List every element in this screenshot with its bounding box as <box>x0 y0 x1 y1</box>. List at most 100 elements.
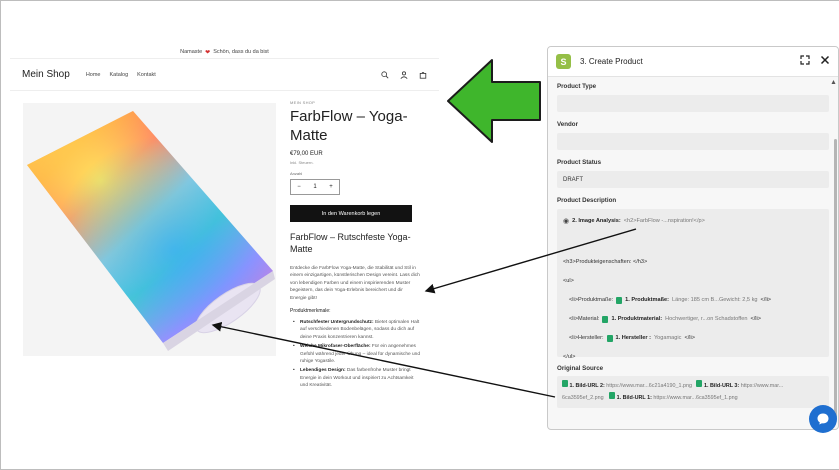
scroll-up-icon <box>831 80 836 84</box>
panel-controls <box>800 55 830 68</box>
feature-item: Rutschfester Untergrundschutz: Bietet op… <box>293 319 420 341</box>
search-icon[interactable] <box>380 70 389 79</box>
original-source-label: Original Source <box>557 365 604 372</box>
announcement-text: Namaste <box>180 49 203 55</box>
ul-close-text: </ul> <box>563 354 576 360</box>
nav-katalog[interactable]: Katalog <box>109 72 128 78</box>
shop-logo[interactable]: Mein Shop <box>22 69 70 80</box>
source-line: 1. Bild-URL 2: https://www.mar...6c21a41… <box>562 380 824 392</box>
add-to-cart-button[interactable]: In den Warenkorb legen <box>290 205 412 222</box>
vendor-label: Vendor <box>557 121 578 128</box>
account-icon[interactable] <box>399 70 408 79</box>
description-line: </ul> <box>563 351 823 363</box>
bild-url-1-value: https://www.mar...6ca3595ef_1.png <box>653 395 738 401</box>
feature-bold: Rutschfester Untergrundschutz: <box>300 320 374 326</box>
hersteller-chip[interactable]: 1. Hersteller : <box>616 335 651 341</box>
sheets-icon <box>616 296 623 304</box>
shopify-icon: S <box>556 54 571 69</box>
quantity-label: Anzahl <box>290 171 303 176</box>
source-line: 6ca3595ef_2.png 1. Bild-URL 1: https://w… <box>562 392 824 404</box>
original-source-field[interactable]: 1. Bild-URL 2: https://www.mar...6c21a41… <box>557 376 829 408</box>
bild-url-3-value: https://www.mar... <box>740 383 784 389</box>
description-line: <li>Produktmaße: 1. Produktmaße: Länge: … <box>563 294 823 306</box>
product-description-field[interactable]: ◉ 2. Image Analysis: <h2>FarbFlow -...ns… <box>557 209 829 360</box>
panel-title: 3. Create Product <box>580 57 643 66</box>
product-vendor: MEIN SHOP <box>290 100 316 105</box>
product-price: €79,00 EUR <box>290 151 323 157</box>
features-title: Produktmerkmale: <box>290 308 331 315</box>
feature-bold: Weiche Mikrofaser-Oberfläche: <box>300 344 371 350</box>
announcement-tail: Schön, dass du da bist <box>213 49 269 55</box>
header-icons <box>380 70 427 79</box>
scrollbar-thumb[interactable] <box>834 139 837 419</box>
bild-url-1-chip[interactable]: 1. Bild-URL 1: <box>617 393 652 404</box>
create-product-panel: S 3. Create Product Product Type Vendor … <box>547 46 839 430</box>
produktmaterial-value: Hochwertiger, r...on Schadstoffen <box>665 316 748 322</box>
hersteller-value: Yogamagic <box>653 335 682 341</box>
ai-node-icon: ◉ <box>563 218 570 225</box>
product-type-field[interactable] <box>557 95 829 112</box>
product-image[interactable] <box>23 103 276 356</box>
sheets-icon <box>562 380 568 387</box>
product-info: MEIN SHOP FarbFlow – Yoga-Matte €79,00 E… <box>290 100 420 392</box>
cart-icon[interactable] <box>418 70 427 79</box>
description-line: <ul> <box>563 275 823 287</box>
description-line: <li>Hersteller: 1. Hersteller : Yogamagi… <box>563 332 823 344</box>
close-icon[interactable] <box>820 55 830 68</box>
quantity-minus-button[interactable]: − <box>297 184 301 190</box>
shop-page: Namaste ❤ Schön, dass du da bist Mein Sh… <box>10 46 439 466</box>
h3-text: <h3>Produkteigenschaften: </h3> <box>563 259 648 265</box>
quantity-value[interactable]: 1 <box>313 184 316 190</box>
chat-bubble-button[interactable] <box>809 405 837 433</box>
feature-item: Lebendiges Design: Das farbenfrohe Muste… <box>293 367 420 389</box>
main-nav: Home Katalog Kontakt <box>86 72 156 78</box>
product-type-label: Product Type <box>557 83 597 90</box>
heart-icon: ❤ <box>205 49 211 56</box>
tax-note: Inkl. Steuern. <box>290 160 314 165</box>
li2-suffix: </li> <box>750 316 762 322</box>
description-line: ◉ 2. Image Analysis: <h2>FarbFlow -...ns… <box>563 215 823 227</box>
nav-home[interactable]: Home <box>86 72 101 78</box>
li1-suffix: </li> <box>760 297 772 303</box>
vendor-field[interactable] <box>557 133 829 150</box>
produktmasse-chip[interactable]: 1. Produktmaße: <box>625 297 669 303</box>
shop-header: Mein Shop Home Katalog Kontakt <box>10 59 439 91</box>
green-arrow-icon <box>447 59 541 143</box>
sheets-icon <box>609 392 616 399</box>
li3-prefix: <li>Hersteller: <box>569 335 604 341</box>
feature-bold: Lebendiges Design: <box>300 368 346 374</box>
image-analysis-value: <h2>FarbFlow -...nspiration!</p> <box>623 218 705 224</box>
product-description-label: Product Description <box>557 197 617 204</box>
li2-prefix: <li>Material: <box>569 316 600 322</box>
product-status-field[interactable]: DRAFT <box>557 171 829 188</box>
sheets-icon <box>602 315 609 323</box>
expand-icon[interactable] <box>800 55 810 68</box>
bild-url-2-chip[interactable]: 1. Bild-URL 2: <box>570 381 605 392</box>
product-description: Entdecke die FarbFlow Yoga-Matte, die St… <box>290 266 420 301</box>
sheets-icon <box>606 334 613 342</box>
panel-header: S 3. Create Product <box>548 47 838 77</box>
description-line: <h3>Produkteigenschaften: </h3> <box>563 256 823 268</box>
li1-prefix: <li>Produktmaße: <box>569 297 614 303</box>
feature-item: Weiche Mikrofaser-Oberfläche: Für ein an… <box>293 343 420 365</box>
bild-url-3-chip[interactable]: 1. Bild-URL 3: <box>704 381 739 392</box>
li3-suffix: </li> <box>684 335 696 341</box>
quantity-plus-button[interactable]: + <box>329 184 333 190</box>
chat-icon <box>817 413 829 425</box>
bild-url-3-value-cont: 6ca3595ef_2.png <box>562 395 604 401</box>
ul-open-text: <ul> <box>563 278 574 284</box>
bild-url-2-value: https://www.mar...6c21a4190_1.png <box>606 383 692 389</box>
announcement-bar: Namaste ❤ Schön, dass du da bist <box>10 46 439 59</box>
product-title: FarbFlow – Yoga-Matte <box>290 108 408 144</box>
description-line: <li>Material: 1. Produktmaterial: Hochwe… <box>563 313 823 325</box>
image-analysis-chip[interactable]: 2. Image Analysis: <box>572 218 621 224</box>
produktmasse-value: Länge: 185 cm B...Gewicht: 2,5 kg <box>671 297 758 303</box>
produktmaterial-chip[interactable]: 1. Produktmaterial: <box>611 316 662 322</box>
product-subtitle: FarbFlow – Rutschfeste Yoga-Matte <box>290 232 411 254</box>
panel-body: Product Type Vendor Product Status DRAFT… <box>548 77 838 408</box>
product-status-label: Product Status <box>557 159 602 166</box>
sheets-icon <box>696 380 703 387</box>
feature-list: Rutschfester Untergrundschutz: Bietet op… <box>290 319 420 390</box>
quantity-stepper: − 1 + <box>290 179 340 195</box>
nav-kontakt[interactable]: Kontakt <box>137 72 156 78</box>
